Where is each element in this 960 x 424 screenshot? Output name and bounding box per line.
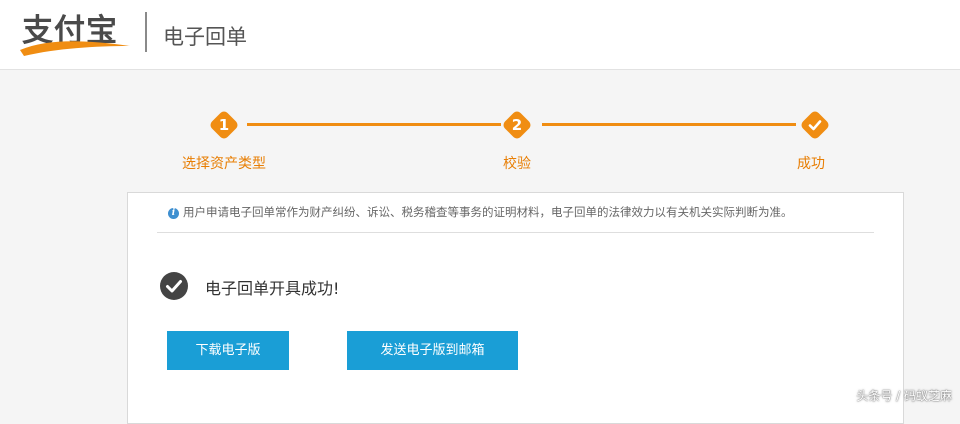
header-divider (145, 12, 147, 52)
step-1-label: 选择资产类型 (182, 156, 266, 172)
success-check-icon (160, 272, 188, 300)
header: 支付宝 电子回单 (0, 0, 960, 70)
step-connector-1 (247, 123, 501, 126)
page-title: 电子回单 (163, 25, 247, 49)
step-connector-2 (542, 123, 796, 126)
watermark: 头条号 / 码蚁芝麻 (856, 389, 952, 403)
step-3-marker (799, 109, 832, 142)
checkmark-icon (808, 120, 822, 131)
step-2-marker: 2 (501, 109, 534, 142)
logo-swoosh-icon (20, 41, 130, 56)
result-panel: i 用户申请电子回单常作为财产纠纷、诉讼、税务稽查等事务的证明材料，电子回单的法律… (127, 192, 904, 424)
info-icon: i (168, 208, 179, 219)
step-3-label: 成功 (797, 156, 825, 172)
alipay-logo[interactable]: 支付宝 (18, 10, 136, 56)
success-message: 电子回单开具成功! (205, 279, 340, 298)
step-2-number: 2 (511, 116, 523, 134)
panel-divider (157, 232, 874, 233)
send-to-email-button[interactable]: 发送电子版到邮箱 (347, 331, 518, 370)
step-1-marker: 1 (208, 109, 241, 142)
step-1-number: 1 (218, 116, 230, 134)
step-2-label: 校验 (503, 156, 531, 172)
legal-notice-text: 用户申请电子回单常作为财产纠纷、诉讼、税务稽查等事务的证明材料，电子回单的法律效… (183, 205, 793, 219)
legal-notice: i 用户申请电子回单常作为财产纠纷、诉讼、税务稽查等事务的证明材料，电子回单的法律… (168, 204, 793, 220)
download-electronic-button[interactable]: 下载电子版 (167, 331, 289, 370)
